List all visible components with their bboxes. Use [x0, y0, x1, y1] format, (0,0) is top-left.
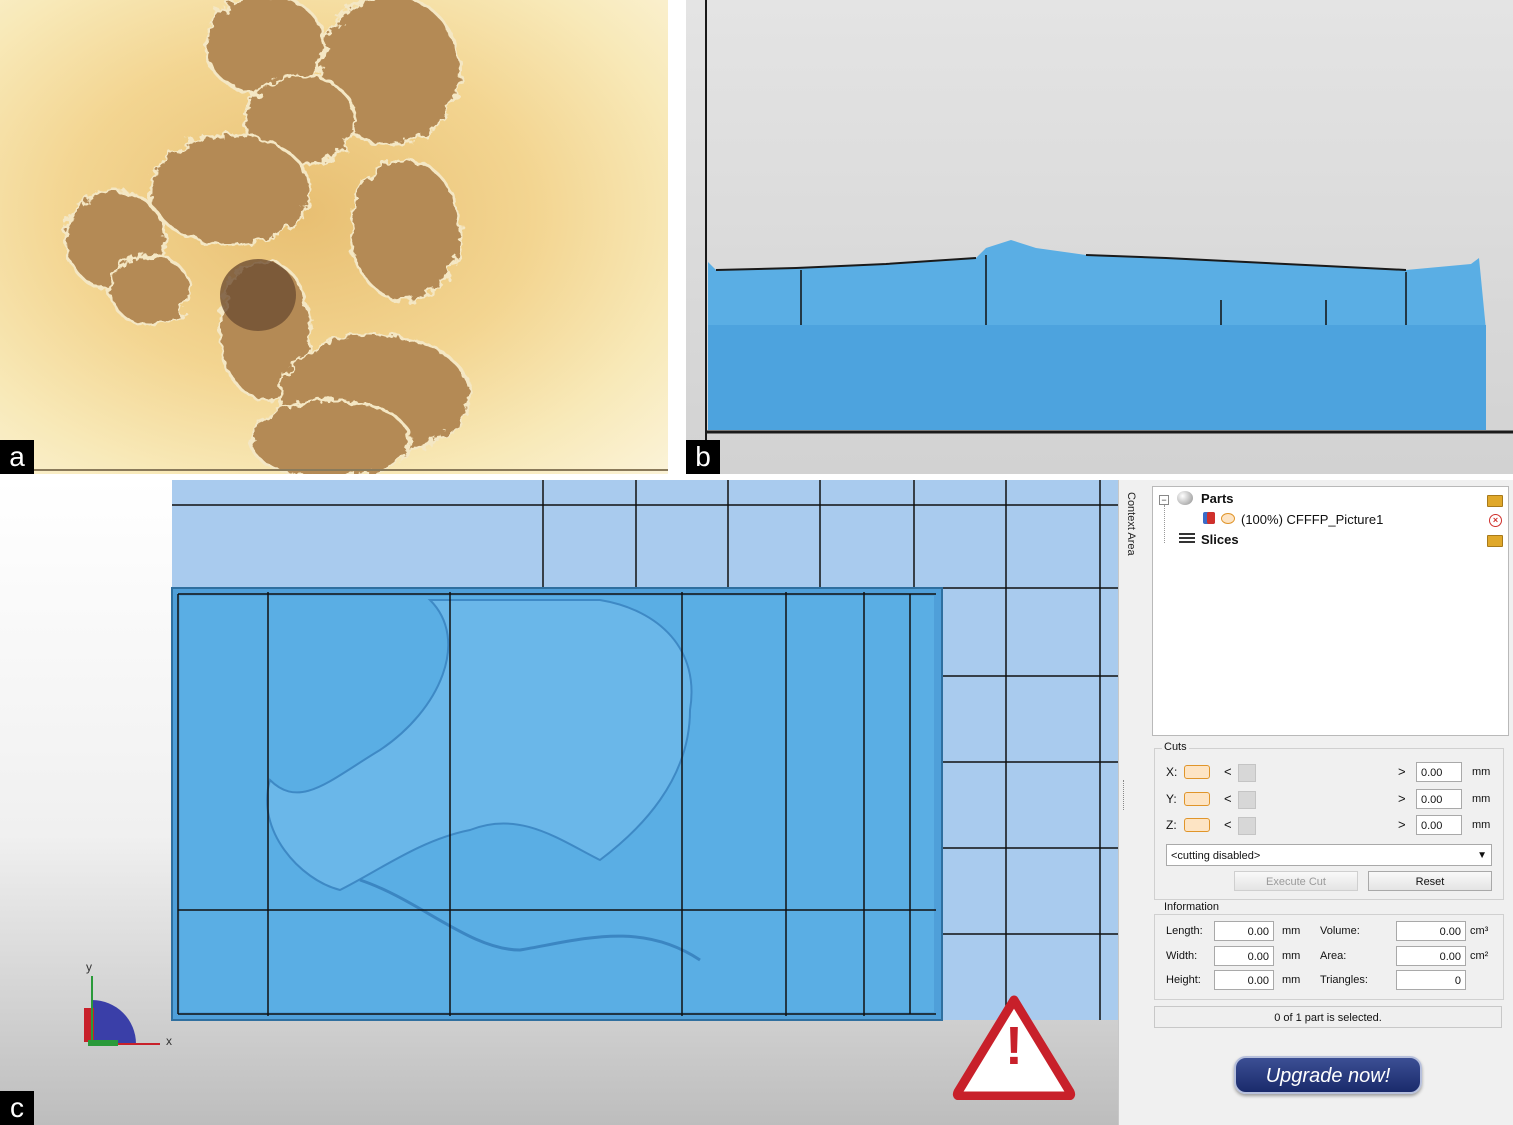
context-area-tab[interactable]: Context Area: [1118, 480, 1149, 1125]
cut-z-unit: mm: [1472, 819, 1491, 831]
parts-icon: [1177, 491, 1193, 505]
cut-y-slider[interactable]: [1238, 791, 1256, 809]
panel-label-a: a: [0, 440, 34, 474]
warning-glyph: !: [1005, 1016, 1023, 1076]
tree-item-slices[interactable]: Slices: [1201, 531, 1239, 549]
slices-folder-icon[interactable]: [1487, 535, 1503, 547]
cut-y-right-arrow[interactable]: >: [1398, 791, 1406, 806]
cut-y-toggle[interactable]: [1184, 792, 1210, 806]
cut-y-input[interactable]: 0.00: [1416, 789, 1462, 809]
part-warning-icon: [1203, 512, 1215, 524]
side-view-panel: b: [686, 0, 1513, 474]
triangles-label: Triangles:: [1320, 974, 1368, 986]
cut-z-toggle[interactable]: [1184, 818, 1210, 832]
remove-part-icon[interactable]: ×: [1489, 514, 1502, 527]
volume-label: Volume:: [1320, 925, 1360, 937]
side-panel: − Parts (100%) CFFFP_Picture1 × Slices C…: [1148, 480, 1513, 1125]
splitter-grip[interactable]: [1123, 780, 1128, 810]
part-visibility-icon[interactable]: [1221, 513, 1235, 524]
reset-button[interactable]: Reset: [1368, 871, 1492, 891]
tree-connector: [1164, 505, 1166, 543]
panel-label-b: b: [686, 440, 720, 474]
warning-icon[interactable]: !: [952, 994, 1076, 1100]
3d-viewport[interactable]: y x ! c: [0, 480, 1118, 1125]
x-axis-label: x: [166, 1034, 172, 1048]
axes-gizmo-icon: [84, 976, 160, 1046]
cut-x-toggle[interactable]: [1184, 765, 1210, 779]
cut-x-unit: mm: [1472, 766, 1491, 778]
cut-y-unit: mm: [1472, 793, 1491, 805]
width-unit: mm: [1282, 950, 1301, 962]
height-label: Height:: [1166, 974, 1201, 986]
slices-icon: [1179, 533, 1195, 545]
triangles-value: 0: [1396, 970, 1466, 990]
upgrade-button[interactable]: Upgrade now!: [1234, 1056, 1422, 1094]
cut-z-label: Z:: [1166, 818, 1177, 832]
cut-y-left-arrow[interactable]: <: [1224, 791, 1232, 806]
area-value: 0.00: [1396, 946, 1466, 966]
selection-status: 0 of 1 part is selected.: [1154, 1006, 1502, 1028]
axes-widget: y x: [78, 960, 178, 1050]
panel-label-c: c: [0, 1091, 34, 1125]
cut-y-label: Y:: [1166, 792, 1177, 806]
parts-folder-icon[interactable]: [1487, 495, 1503, 507]
volume-value: 0.00: [1396, 921, 1466, 941]
area-label: Area:: [1320, 950, 1347, 962]
length-value: 0.00: [1214, 921, 1274, 941]
side-view-render: [705, 0, 1513, 440]
tree-item-part[interactable]: (100%) CFFFP_Picture1: [1241, 511, 1383, 529]
length-label: Length:: [1166, 925, 1203, 937]
chevron-down-icon: ▼: [1477, 850, 1487, 861]
parts-tree[interactable]: − Parts (100%) CFFFP_Picture1 × Slices: [1152, 486, 1509, 736]
cut-z-input[interactable]: 0.00: [1416, 815, 1462, 835]
volume-unit: cm³: [1470, 925, 1489, 937]
cut-x-label: X:: [1166, 765, 1178, 779]
cutting-mode-value: <cutting disabled>: [1171, 850, 1261, 862]
cuts-title: Cuts: [1162, 741, 1189, 753]
cutting-mode-select[interactable]: <cutting disabled> ▼: [1166, 844, 1492, 866]
cut-x-input[interactable]: 0.00: [1416, 762, 1462, 782]
tree-expander-icon[interactable]: −: [1159, 495, 1169, 505]
information-title: Information: [1162, 901, 1222, 913]
cut-x-right-arrow[interactable]: >: [1398, 764, 1406, 779]
cut-z-slider[interactable]: [1238, 817, 1256, 835]
cut-x-left-arrow[interactable]: <: [1224, 764, 1232, 779]
y-axis-label: y: [86, 960, 92, 974]
execute-cut-button[interactable]: Execute Cut: [1234, 871, 1358, 891]
micrograph-image: [0, 0, 668, 474]
width-label: Width:: [1166, 950, 1198, 962]
tree-item-parts[interactable]: Parts: [1201, 490, 1234, 508]
length-unit: mm: [1282, 925, 1301, 937]
context-area-label: Context Area: [1125, 492, 1137, 556]
software-window: y x ! c Context Area − Parts (100%) CFFF…: [0, 480, 1513, 1125]
height-value: 0.00: [1214, 970, 1274, 990]
height-unit: mm: [1282, 974, 1301, 986]
micrograph-panel: a: [0, 0, 668, 474]
area-unit: cm²: [1470, 950, 1489, 962]
width-value: 0.00: [1214, 946, 1274, 966]
cut-z-left-arrow[interactable]: <: [1224, 817, 1232, 832]
cut-x-slider[interactable]: [1238, 764, 1256, 782]
cut-z-right-arrow[interactable]: >: [1398, 817, 1406, 832]
